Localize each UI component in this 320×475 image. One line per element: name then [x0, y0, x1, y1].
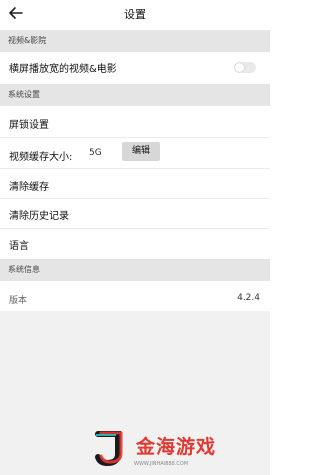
section-header-system: 系统设置: [0, 84, 270, 106]
clear-cache-label: 清除缓存: [9, 182, 49, 193]
top-bar: 设置: [0, 0, 270, 26]
language-row[interactable]: 语言: [0, 229, 270, 257]
section-label: 系统信息: [8, 265, 40, 274]
clear-history-label: 清除历史记录: [9, 211, 69, 222]
landscape-label: 横屏播放宽的视频&电影: [9, 64, 117, 75]
version-value: 4.2.4: [237, 293, 260, 303]
section-header-video: 视频&影院: [0, 30, 270, 52]
page-title: 设置: [124, 8, 146, 21]
section-label: 视频&影院: [8, 36, 47, 45]
language-label: 语言: [9, 241, 29, 252]
version-row: [0, 281, 270, 311]
lock-screen-label: 屏锁设置: [9, 120, 49, 131]
edit-button[interactable]: 编辑: [122, 142, 160, 161]
cache-size-input[interactable]: 5G: [89, 148, 102, 158]
clear-cache-row[interactable]: 清除缓存: [0, 169, 270, 198]
landscape-setting-row[interactable]: 横屏播放宽的视频&电影: [0, 52, 270, 80]
version-label: 版本: [9, 296, 28, 306]
toggle-knob: [235, 63, 244, 72]
jinhai-logo-icon: [95, 431, 123, 467]
lock-screen-row[interactable]: 屏锁设置: [0, 106, 270, 137]
section-header-info: 系统信息: [0, 259, 270, 281]
clear-history-row[interactable]: 清除历史记录: [0, 199, 270, 228]
landscape-toggle[interactable]: [234, 62, 256, 73]
watermark-brand: 金海游戏: [136, 436, 217, 458]
watermark-site: WWW.JINHAI888.COM: [134, 461, 189, 467]
section-label: 系统设置: [8, 90, 40, 99]
cache-size-label: 视频缓存大小:: [9, 152, 73, 163]
empty-background: [0, 311, 270, 475]
